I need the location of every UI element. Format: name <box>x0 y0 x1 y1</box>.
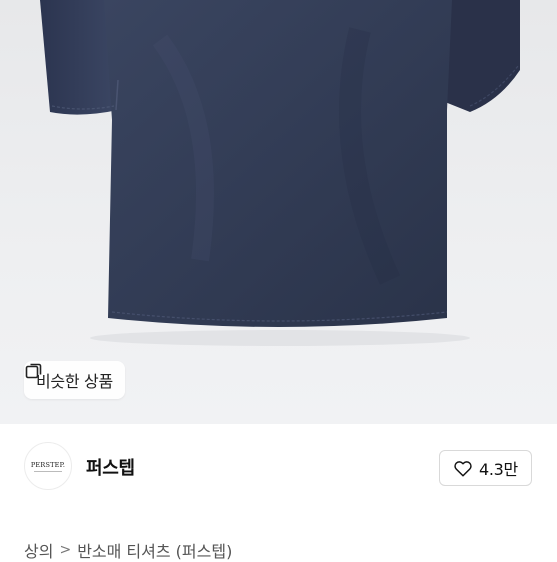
product-image[interactable]: 비슷한 상품 <box>0 0 557 424</box>
breadcrumb-item-subcategory[interactable]: 반소매 티셔츠 (퍼스텝) <box>77 538 232 562</box>
breadcrumb-item-category[interactable]: 상의 <box>24 538 53 562</box>
like-button[interactable]: 4.3만 <box>439 450 532 486</box>
breadcrumb-separator: > <box>59 542 72 558</box>
brand-name[interactable]: 퍼스텝 <box>86 454 135 480</box>
heart-outline-icon <box>454 461 472 477</box>
brand-logo-text: PERSTEP. <box>30 460 66 469</box>
similar-products-label: 비슷한 상품 <box>36 372 113 391</box>
similar-products-button[interactable]: 비슷한 상품 <box>24 361 125 399</box>
brand-logo[interactable]: PERSTEP. <box>24 442 72 490</box>
brand-logo-underline <box>34 470 62 472</box>
like-count: 4.3만 <box>479 460 518 479</box>
copy-square-icon <box>25 363 42 379</box>
breadcrumb: 상의 > 반소매 티셔츠 (퍼스텝) <box>24 538 232 562</box>
